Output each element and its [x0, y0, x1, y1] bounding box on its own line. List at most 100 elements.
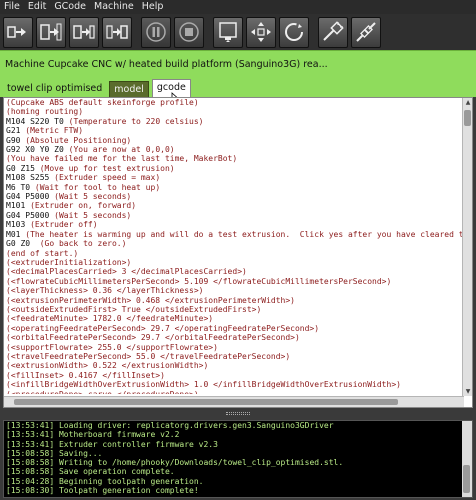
editor-vertical-scrollbar[interactable]: ▲ ▼ [462, 98, 472, 396]
console-log: [13:53:41] Loading driver: replicatorg.d… [6, 421, 458, 497]
gcode-line: (<orbitalFeedratePerSecond> 29.7 </orbit… [6, 333, 462, 342]
gcode-line: (<decimalPlacesCarried> 3 </decimalPlace… [6, 267, 462, 276]
editor-horizontal-scroll-thumb[interactable] [14, 399, 398, 405]
console-pane: [13:53:41] Loading driver: replicatorg.d… [3, 420, 473, 498]
gcode-line: (<operatingFeedratePerSecond> 29.7 </ope… [6, 324, 462, 333]
gcode-line: (<extruderInitialization>) [6, 258, 462, 267]
console-message: Writing to /home/phooky/Downloads/towel_… [54, 458, 344, 468]
gcode-line: G92 X0 Y0 Z0 (You are now at 0,0,0) [6, 145, 462, 154]
gcode-line: M6 T0 (Wait for tool to heat up) [6, 183, 462, 192]
gcode-command: M6 T0 [6, 182, 35, 192]
editor-vertical-scroll-thumb[interactable] [464, 110, 471, 126]
gcode-comment: (Absolute Positioning) [25, 135, 132, 145]
gcode-comment: (<operatingFeedratePerSecond> 29.7 </ope… [6, 323, 320, 333]
machine-status-text: Machine Cupcake CNC w/ heated build plat… [5, 59, 328, 70]
console-timestamp: [15:08:58] [6, 467, 55, 477]
gcode-command: G04 P5000 [6, 210, 55, 220]
scroll-up-icon[interactable]: ▲ [463, 98, 473, 107]
gcode-command: G92 X0 Y0 Z0 [6, 145, 69, 155]
gcode-command: M103 [6, 220, 31, 230]
gcode-line: (<extrusionWidth> 0.522 </extrusionWidth… [6, 361, 462, 370]
splitter-grip-icon[interactable] [226, 412, 250, 415]
disconnect-button[interactable] [351, 16, 381, 48]
gcode-line: G90 (Absolute Positioning) [6, 136, 462, 145]
stop-icon [179, 22, 199, 42]
gcode-command: M104 S220 T0 [6, 116, 69, 126]
reset-button[interactable] [279, 16, 309, 48]
editor-horizontal-scrollbar[interactable] [4, 396, 464, 407]
gcode-comment: (<procedureDone> carve </procedureDone>) [6, 390, 199, 394]
gcode-line: (<outsideExtrudedFirst> True </outsideEx… [6, 305, 462, 314]
gcode-line: (end of start.) [6, 249, 462, 258]
build-button[interactable] [3, 16, 33, 48]
scroll-down-icon[interactable]: ▼ [463, 387, 473, 396]
gcode-line: G04 P5000 (Wait 5 seconds) [6, 211, 462, 220]
menu-help[interactable]: Help [138, 0, 168, 14]
console-line: [15:04:28] Beginning toolpath generation… [6, 477, 458, 486]
gcode-comment: (The heater is warming up and will do a … [25, 229, 462, 239]
console-message: Motherboard firmware v2.2 [54, 430, 180, 440]
gcode-line: M101 (Extruder on, forward) [6, 201, 462, 210]
gcode-comment: (<travelFeedratePerSecond> 55.0 </travel… [6, 351, 291, 361]
gcode-comment: (<outsideExtrudedFirst> True </outsideEx… [6, 304, 262, 314]
pause-button[interactable] [141, 16, 171, 48]
gcode-command: G04 P5000 [6, 192, 55, 202]
gcode-editor[interactable]: (Cupcake ABS default skeinforge profile)… [3, 97, 473, 408]
gcode-comment: (Temperature to 220 celsius) [68, 116, 204, 126]
gcode-command: M01 [6, 229, 26, 239]
jog-button[interactable] [246, 16, 276, 48]
upload-build-icon [40, 23, 62, 41]
pane-splitter[interactable] [0, 408, 476, 420]
gcode-comment: (Wait for tool to heat up) [34, 182, 161, 192]
tab-bar: towel clip optimised model gcode [0, 78, 476, 97]
extruder-control-button[interactable] [213, 16, 243, 48]
console-timestamp: [15:08:30] [6, 486, 55, 496]
console-timestamp: [13:53:41] [6, 439, 55, 449]
gcode-command: M101 [6, 201, 31, 211]
menu-file[interactable]: File [0, 0, 24, 14]
menu-gcode[interactable]: GCode [50, 0, 90, 14]
gcode-text[interactable]: (Cupcake ABS default skeinforge profile)… [6, 98, 462, 394]
gcode-line: (<flowrateCubicMillimetersPerSecond> 5.1… [6, 277, 462, 286]
gcode-line: M108 S255 (Extruder speed = max) [6, 173, 462, 182]
build-to-file-button[interactable] [69, 16, 99, 48]
menu-edit[interactable]: Edit [24, 0, 50, 14]
gcode-comment: (Go back to zero.) [39, 239, 127, 249]
gcode-command: M108 S255 [6, 173, 55, 183]
tab-model[interactable]: model [109, 81, 149, 97]
gcode-line: (<supportFlowrate> 255.0 </supportFlowra… [6, 343, 462, 352]
gcode-comment: (homing routing) [6, 107, 84, 117]
connect-button[interactable] [318, 16, 348, 48]
connect-icon [323, 21, 344, 41]
gcode-comment: (<extruderInitialization>) [6, 257, 132, 267]
stop-button[interactable] [174, 16, 204, 48]
gcode-comment: (<extrusionWidth> 0.522 </extrusionWidth… [6, 361, 209, 371]
gcode-line: G0 Z15 (Move up for test extrusion) [6, 164, 462, 173]
console-scrollbar[interactable] [462, 421, 472, 497]
gcode-comment: (Wait 5 seconds) [54, 210, 132, 220]
build-from-file-button[interactable] [102, 16, 132, 48]
menu-bar: File Edit GCode Machine Help [0, 0, 476, 14]
console-message: Toolpath generation complete! [54, 486, 199, 496]
machine-status-bar: Machine Cupcake CNC w/ heated build plat… [0, 50, 476, 78]
gcode-command: G21 [6, 126, 26, 136]
pause-icon [146, 22, 166, 42]
disconnect-icon [356, 22, 376, 42]
gcode-comment: (end of start.) [6, 248, 79, 258]
gcode-comment: (<flowrateCubicMillimetersPerSecond> 5.1… [6, 276, 392, 286]
gcode-line: (You have failed me for the last time, M… [6, 154, 462, 163]
menu-machine[interactable]: Machine [90, 0, 138, 14]
console-line: [15:08:30] Toolpath generation complete! [6, 486, 458, 495]
console-line: [13:53:41] Loading driver: replicatorg.d… [6, 421, 458, 430]
gcode-comment: (<extrusionPerimeterWidth> 0.468 </extru… [6, 295, 295, 305]
gcode-comment: (<decimalPlacesCarried> 3 </decimalPlace… [6, 267, 247, 277]
console-scroll-thumb[interactable] [463, 465, 470, 493]
gcode-comment: (Extruder on, forward) [30, 201, 137, 211]
gcode-line: (<layerThickness> 0.36 </layerThickness>… [6, 286, 462, 295]
upload-build-button[interactable] [36, 16, 66, 48]
gcode-comment: (You have failed me for the last time, M… [6, 154, 238, 164]
console-message: Beginning toolpath generation. [54, 476, 204, 486]
tab-filename: towel clip optimised [7, 83, 103, 94]
build-to-file-icon [73, 25, 95, 39]
console-message: Loading driver: replicatorg.drivers.gen3… [54, 421, 334, 430]
